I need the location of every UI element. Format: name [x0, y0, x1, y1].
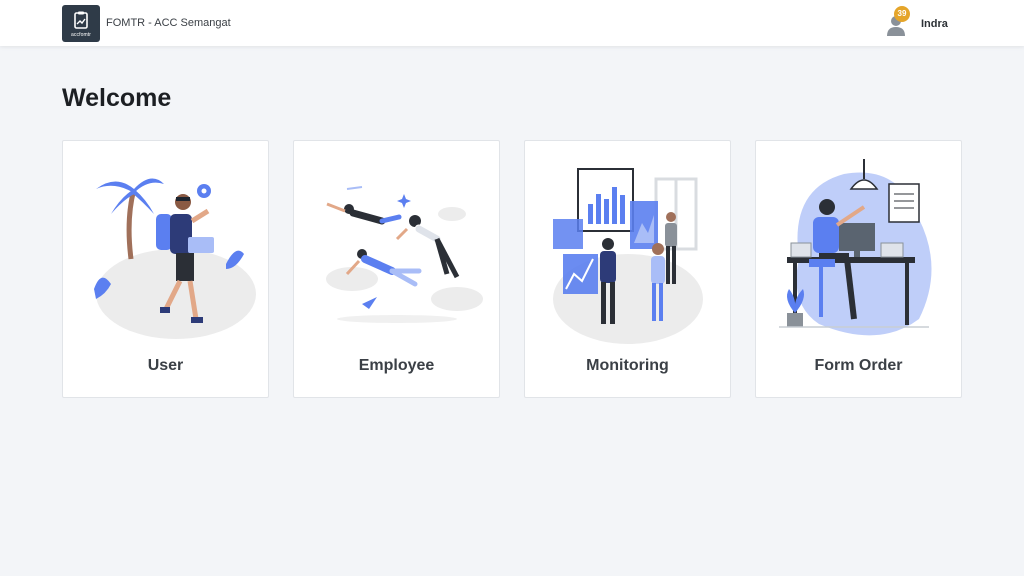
page-title: Welcome: [62, 84, 172, 112]
app-logo[interactable]: accfomtr: [62, 5, 100, 42]
logo-text: accfomtr: [71, 32, 91, 38]
dashboard-team-illustration: [553, 168, 703, 344]
card-label: Form Order: [814, 357, 903, 374]
card-monitoring[interactable]: Monitoring: [524, 140, 731, 398]
user-menu[interactable]: 39 Indra: [884, 5, 994, 41]
top-navbar: accfomtr FOMTR - ACC Semangat 39 Indra: [0, 0, 1024, 46]
card-form-order[interactable]: Form Order: [755, 140, 962, 398]
card-user[interactable]: User: [62, 140, 269, 398]
user-name[interactable]: Indra: [921, 18, 948, 30]
card-label: User: [147, 357, 184, 374]
flying-people-illustration: [326, 186, 483, 323]
desk-worker-illustration: [779, 159, 932, 336]
notification-badge[interactable]: 39: [894, 6, 910, 22]
card-label: Monitoring: [586, 357, 669, 374]
app-title: FOMTR - ACC Semangat: [106, 17, 231, 29]
card-label: Employee: [358, 357, 435, 374]
card-employee[interactable]: Employee: [293, 140, 500, 398]
traveler-illustration: [94, 178, 256, 339]
